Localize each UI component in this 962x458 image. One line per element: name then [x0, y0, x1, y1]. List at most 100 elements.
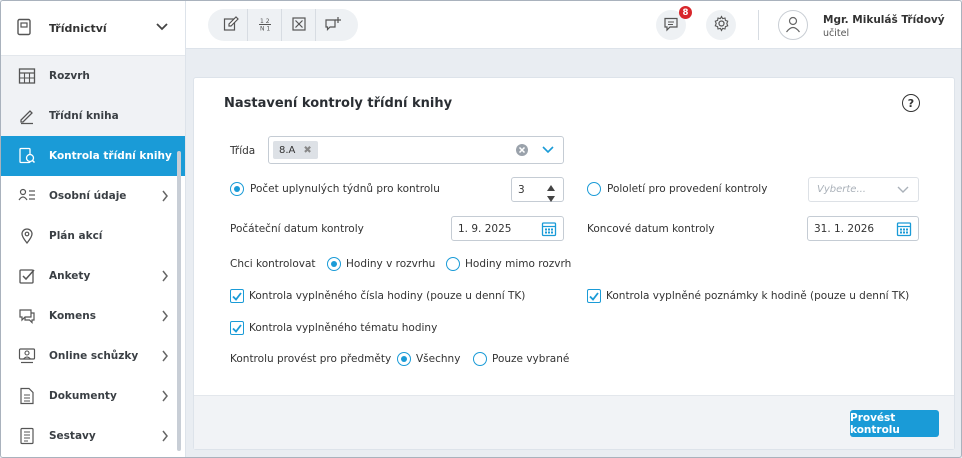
sidebar-item-tridni-kniha[interactable]: Třídní kniha: [1, 96, 185, 136]
topbar: 1 2N 1 8 Mgr. Mikuláš Třídový učitel: [186, 1, 961, 49]
subjects-all-radio[interactable]: [397, 352, 411, 366]
sidebar-item-kontrola-tridni-knihy[interactable]: Kontrola třídní knihy: [1, 136, 185, 176]
subjects-all-label: Všechny: [416, 353, 461, 365]
video-meeting-icon: [18, 347, 36, 365]
check-topic-label: Kontrola vyplněného tématu hodiny: [249, 322, 438, 334]
run-check-button[interactable]: Provést kontrolu: [850, 410, 939, 437]
subjects-selected-radio[interactable]: [473, 352, 487, 366]
sidebar-item-ankety[interactable]: Ankety: [1, 256, 185, 296]
avatar[interactable]: [778, 10, 808, 40]
end-date-value: 31. 1. 2026: [814, 223, 875, 235]
page-title: Nastavení kontroly třídní knihy: [224, 96, 453, 111]
sidebar-item-sestavy[interactable]: Sestavy: [1, 416, 185, 456]
hours-outside-label: Hodiny mimo rozvrh: [465, 258, 572, 270]
sidebar-section-header[interactable]: Třídnictví: [1, 1, 185, 56]
notification-badge: 8: [679, 6, 692, 19]
class-teacher-icon: [15, 18, 33, 39]
numbering-button[interactable]: 1 2N 1: [248, 9, 282, 41]
toolbar-group: 1 2N 1: [208, 9, 358, 41]
edit-button[interactable]: [214, 9, 248, 41]
user-icon: [784, 15, 802, 36]
chevron-down-icon[interactable]: [896, 185, 910, 198]
sidebar-item-dokumenty[interactable]: Dokumenty: [1, 376, 185, 416]
sidebar-item-label: Třídní kniha: [49, 110, 119, 122]
sidebar-item-osobni-udaje[interactable]: Osobní údaje: [1, 176, 185, 216]
weeks-stepper[interactable]: 3: [511, 177, 564, 202]
check-number-checkbox[interactable]: [230, 289, 244, 303]
semester-radio-label: Pololetí pro provedení kontroly: [607, 183, 768, 195]
sidebar-item-label: Kontrola třídní knihy: [49, 150, 172, 162]
help-icon[interactable]: ?: [902, 94, 920, 112]
subjects-selected-label: Pouze vybrané: [492, 353, 570, 365]
user-name[interactable]: Mgr. Mikuláš Třídový: [823, 14, 945, 26]
calendar-icon[interactable]: [541, 221, 557, 240]
document-icon: [18, 387, 36, 405]
settings-button[interactable]: [706, 10, 736, 40]
chat-plus-icon: [324, 16, 342, 35]
box-x-icon: [291, 16, 307, 35]
class-chip: 8.A ✖: [273, 141, 318, 159]
sidebar-item-label: Ankety: [49, 270, 91, 282]
check-note-label: Kontrola vyplněné poznámky k hodině (pou…: [606, 290, 910, 302]
clear-icon[interactable]: [515, 143, 529, 160]
settings-card: Nastavení kontroly třídní knihy ? Třída …: [193, 77, 955, 450]
sidebar-subitems: Rozvrh Třídní kniha: [1, 56, 185, 136]
sidebar-item-label: Komens: [49, 310, 96, 322]
message-icon: [663, 16, 679, 35]
chevron-right-icon: [161, 430, 169, 445]
sidebar-item-label: Plán akcí: [49, 230, 103, 242]
check-topic-checkbox[interactable]: [230, 321, 244, 335]
semester-placeholder: Vyberte...: [817, 184, 866, 195]
check-number-label: Kontrola vyplněného čísla hodiny (pouze …: [249, 290, 526, 302]
messages-button[interactable]: 8: [656, 6, 692, 40]
sidebar-item-online-schuzky[interactable]: Online schůzky: [1, 336, 185, 376]
add-message-button[interactable]: [316, 9, 350, 41]
chevron-right-icon: [161, 270, 169, 285]
start-date-label: Počáteční datum kontroly: [230, 223, 364, 235]
end-date-label: Koncové datum kontroly: [587, 223, 715, 235]
end-date-input[interactable]: 31. 1. 2026: [807, 216, 919, 241]
person-list-icon: [18, 187, 36, 205]
hours-outside-radio[interactable]: [446, 257, 460, 271]
topbar-divider: [758, 10, 759, 40]
sidebar-item-plan-akci[interactable]: Plán akcí: [1, 216, 185, 256]
weeks-radio[interactable]: [230, 182, 244, 196]
sidebar: Třídnictví Rozvrh Třídní kniha Kontrola …: [1, 1, 186, 457]
sidebar-item-label: Dokumenty: [49, 390, 117, 402]
class-chip-label: 8.A: [279, 144, 296, 156]
semester-select[interactable]: Vyberte...: [808, 177, 919, 202]
calendar-icon[interactable]: [896, 221, 912, 240]
report-icon: [18, 427, 36, 445]
sidebar-item-rozvrh[interactable]: Rozvrh: [1, 56, 185, 96]
weeks-value: 3: [518, 184, 525, 196]
hours-schedule-radio[interactable]: [327, 257, 341, 271]
chip-remove-icon[interactable]: ✖: [303, 145, 311, 156]
sidebar-item-label: Online schůzky: [49, 350, 139, 362]
checkbox-icon: [18, 267, 36, 285]
class-select[interactable]: 8.A ✖: [268, 136, 564, 164]
chevron-right-icon: [161, 190, 169, 205]
cancel-lesson-button[interactable]: [282, 9, 316, 41]
stepper-down-icon[interactable]: [547, 192, 555, 205]
book-check-icon: [18, 147, 36, 165]
sidebar-item-label: Sestavy: [49, 430, 96, 442]
gear-icon: [713, 15, 730, 35]
timetable-icon: [18, 67, 36, 85]
start-date-input[interactable]: 1. 9. 2025: [451, 216, 564, 241]
sidebar-item-label: Osobní údaje: [49, 190, 127, 202]
card-footer: Provést kontrolu: [194, 395, 954, 449]
start-date-value: 1. 9. 2025: [458, 223, 512, 235]
number-order-icon: 1 2N 1: [257, 16, 273, 35]
chevron-down-icon[interactable]: [541, 145, 555, 158]
subjects-label: Kontrolu provést pro předměty: [230, 353, 392, 365]
sidebar-item-label: Rozvrh: [49, 70, 90, 82]
sidebar-section-label: Třídnictví: [49, 21, 107, 35]
check-note-checkbox[interactable]: [587, 289, 601, 303]
semester-radio[interactable]: [587, 182, 601, 196]
user-role: učitel: [823, 28, 850, 39]
chevron-down-icon[interactable]: [155, 22, 169, 35]
class-label: Třída: [230, 145, 256, 157]
sidebar-item-komens[interactable]: Komens: [1, 296, 185, 336]
sidebar-scrollbar[interactable]: [177, 151, 181, 451]
edit-icon: [223, 15, 239, 35]
